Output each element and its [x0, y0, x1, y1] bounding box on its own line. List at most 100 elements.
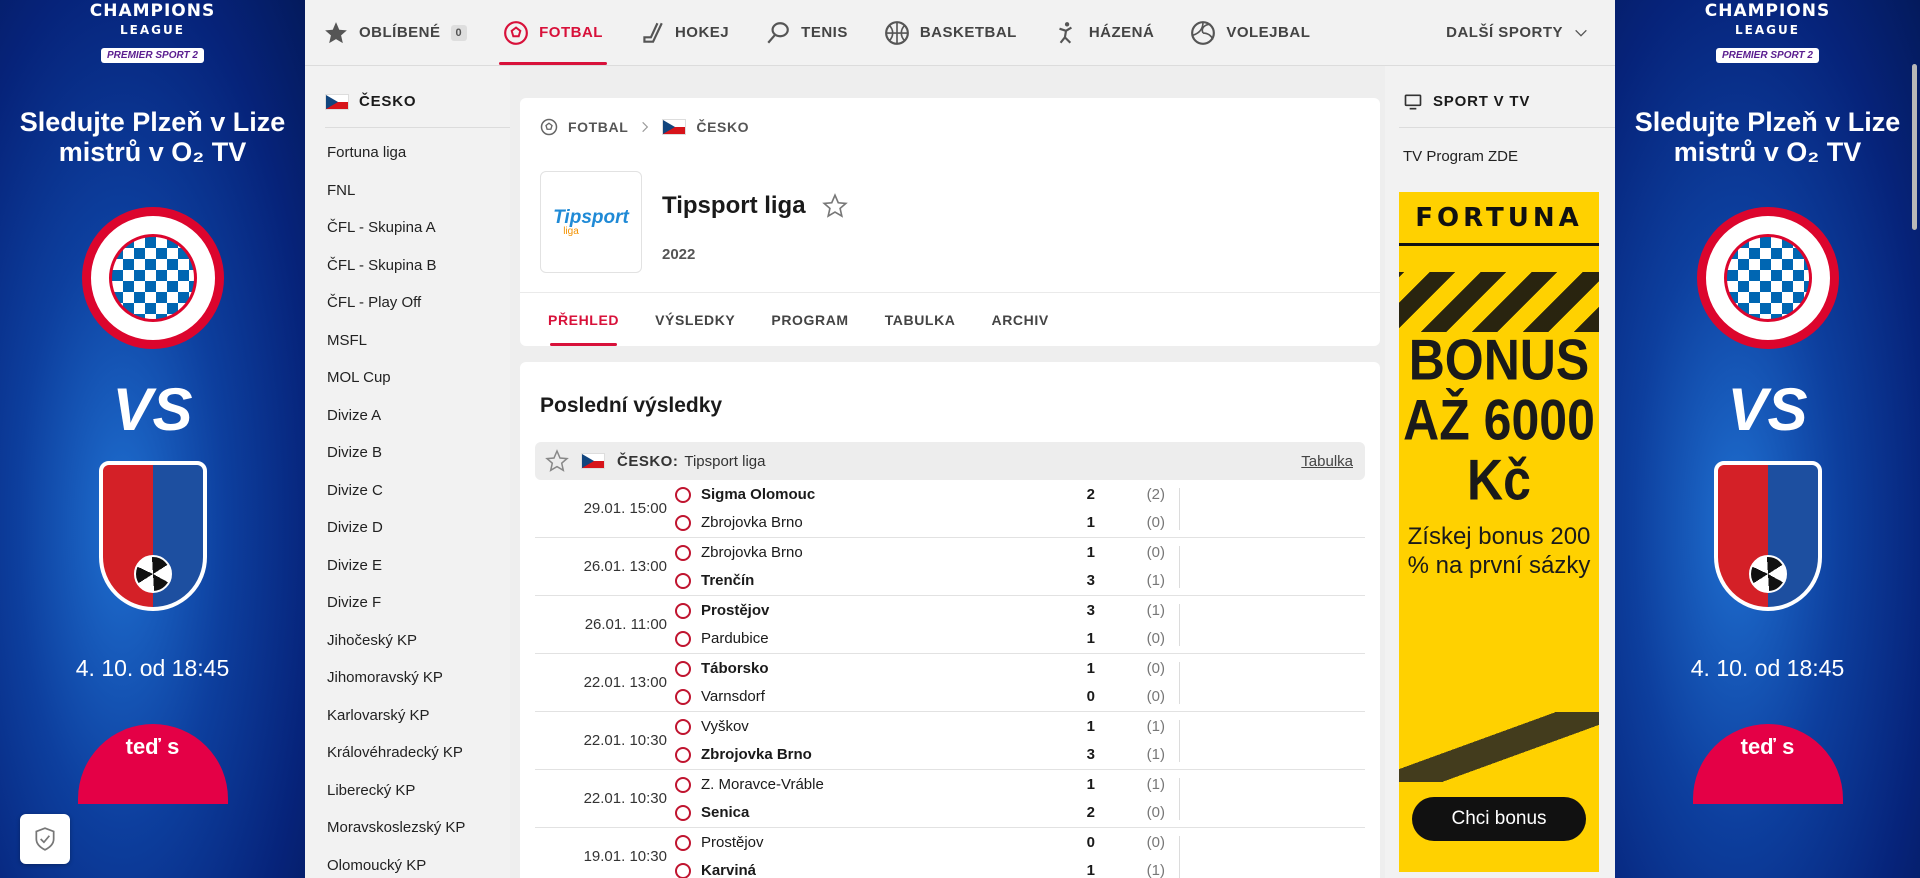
match-row[interactable]: 26.01. 11:00 Prostějov Pardubice 3 1 (1) (0) [535, 596, 1365, 654]
football-icon [540, 118, 558, 136]
sidebar-league-item[interactable]: ČFL - Skupina A [325, 209, 510, 247]
chevron-down-icon [1575, 29, 1587, 37]
sidebar-league-item[interactable]: Fortuna liga [325, 134, 510, 172]
divider [1179, 662, 1180, 704]
sidebar-league-item[interactable]: MSFL [325, 322, 510, 360]
sidebar-league-item[interactable]: Liberecký KP [325, 772, 510, 810]
fortuna-cta-button[interactable]: Chci bonus [1412, 797, 1586, 841]
sidebar-league-item[interactable]: Olomoucký KP [325, 847, 510, 878]
nav-more-sports[interactable]: DALŠÍ SPORTY [1428, 0, 1615, 65]
match-time: 26.01. 11:00 [584, 616, 667, 633]
privacy-settings-button[interactable] [20, 814, 70, 864]
main-content: FOTBAL ČESKO Tipsport liga Tipsport liga… [520, 98, 1380, 878]
ad-cta[interactable]: teď s [1692, 724, 1843, 804]
nav-volleyball[interactable]: VOLEJBAL [1172, 0, 1328, 65]
sidebar-league-item[interactable]: ČFL - Skupina B [325, 247, 510, 285]
nav-more-label: DALŠÍ SPORTY [1446, 24, 1563, 41]
sidebar-league-item[interactable]: Moravskoslezský KP [325, 809, 510, 847]
right-sidebar: SPORT V TV TV Program ZDE FORTUNA BONUS … [1385, 66, 1615, 878]
halftime-score: (0) (0) [1105, 659, 1165, 707]
away-score: 1 [1086, 861, 1095, 878]
match-row[interactable]: 22.01. 10:30 Z. Moravce-Vráble Senica 1 2 (1)… [535, 770, 1365, 828]
fortuna-ad-banner[interactable]: FORTUNA BONUS AŽ 6000 Kč Získej bonus 20… [1399, 192, 1599, 872]
match-row[interactable]: 22.01. 13:00 Táborsko Varnsdorf 1 0 (0) (0) [535, 654, 1365, 712]
tab-0[interactable]: PŘEHLED [530, 293, 637, 346]
left-ad-banner[interactable]: CHAMPIONS LEAGUE PREMIER SPORT 2 Sledujte… [0, 0, 305, 878]
sidebar-league-item[interactable]: Divize D [325, 509, 510, 547]
halftime-score: (2) (0) [1105, 485, 1165, 533]
fortuna-bonus-headline: BONUS AŽ 6000 Kč [1403, 328, 1595, 512]
sidebar-league-item[interactable]: Divize B [325, 434, 510, 472]
sidebar-league-item[interactable]: Jihočeský KP [325, 622, 510, 660]
match-time: 29.01. 15:00 [583, 500, 667, 517]
tv-header: SPORT V TV [1399, 66, 1615, 128]
group-league[interactable]: Tipsport liga [684, 453, 765, 470]
nav-handball[interactable]: HÁZENÁ [1035, 0, 1173, 65]
away-team: Varnsdorf [675, 687, 1075, 707]
star-outline-icon[interactable] [821, 193, 848, 219]
team-name: Táborsko [701, 660, 769, 677]
sidebar-league-item[interactable]: Divize F [325, 584, 510, 622]
tab-4[interactable]: ARCHIV [974, 293, 1067, 346]
page-scrollbar[interactable] [1912, 64, 1917, 230]
sidebar-league-item[interactable]: FNL [325, 172, 510, 210]
away-halftime: (1) [1146, 745, 1165, 763]
sidebar-league-item[interactable]: Jihomoravský KP [325, 659, 510, 697]
nav-football-label: FOTBAL [539, 24, 603, 41]
ad-vs: VS [112, 376, 193, 443]
tab-1[interactable]: VÝSLEDKY [637, 293, 753, 346]
sidebar-league-item[interactable]: Divize A [325, 397, 510, 435]
nav-tennis[interactable]: TENIS [747, 0, 866, 65]
handball-icon [1059, 21, 1072, 44]
results-group-header: ČESKO: Tipsport liga Tabulka [535, 442, 1365, 480]
tab-2[interactable]: PROGRAM [753, 293, 866, 346]
table-link[interactable]: Tabulka [1301, 453, 1353, 470]
match-row[interactable]: 22.01. 10:30 Vyškov Zbrojovka Brno 1 3 (1) (1) [535, 712, 1365, 770]
breadcrumb-country[interactable]: ČESKO [696, 119, 749, 135]
ad-stripe-decoration [1399, 712, 1599, 782]
team-name: Vyškov [701, 718, 749, 735]
sidebar-league-item[interactable]: Královéhradecký KP [325, 734, 510, 772]
team-name: Karviná [701, 862, 757, 878]
tv-icon [1404, 94, 1422, 109]
nav-hockey-label: HOKEJ [674, 24, 730, 41]
match-row[interactable]: 19.01. 10:30 Prostějov Karviná 0 1 (0) (1) [535, 828, 1365, 878]
match-score: 13 [1075, 717, 1095, 765]
sidebar-country-header[interactable]: ČESKO [325, 66, 510, 128]
team-crest-icon [675, 776, 691, 793]
plzen-crest-icon [98, 461, 207, 611]
match-row[interactable]: 29.01. 15:00 Sigma Olomouc Zbrojovka Brno 2… [535, 480, 1365, 538]
tv-title: SPORT V TV [1433, 93, 1531, 110]
breadcrumb: FOTBAL ČESKO [520, 98, 1380, 136]
ad-date: 4. 10. od 18:45 [75, 655, 230, 681]
away-halftime: (0) [1146, 513, 1165, 531]
home-halftime: (0) [1146, 543, 1165, 561]
nav-basketball-label: BASKETBAL [919, 24, 1017, 41]
sidebar-league-item[interactable]: Divize E [325, 547, 510, 585]
breadcrumb-sport[interactable]: FOTBAL [568, 119, 628, 135]
league-header-card: FOTBAL ČESKO Tipsport liga Tipsport liga… [520, 98, 1380, 346]
nav-hockey[interactable]: HOKEJ [621, 0, 747, 65]
match-teams: Prostějov Karviná [675, 833, 1075, 878]
right-ad-banner[interactable]: CHAMPIONS LEAGUE PREMIER SPORT 2 Sledujte… [1615, 0, 1920, 878]
tv-program-link[interactable]: TV Program ZDE [1399, 128, 1615, 192]
ad-cta[interactable]: teď s [77, 724, 228, 804]
tennis-icon [767, 21, 789, 43]
star-outline-icon[interactable] [545, 449, 569, 473]
nav-basketball[interactable]: BASKETBAL [866, 0, 1035, 65]
nav-football[interactable]: FOTBAL [485, 0, 621, 65]
home-score: 1 [1086, 659, 1095, 677]
sidebar-league-item[interactable]: ČFL - Play Off [325, 284, 510, 322]
away-score: 1 [1086, 629, 1095, 647]
home-score: 1 [1086, 775, 1095, 793]
tab-3[interactable]: TABULKA [867, 293, 974, 346]
basketball-icon [884, 20, 909, 45]
sidebar-league-item[interactable]: MOL Cup [325, 359, 510, 397]
halftime-score: (1) (1) [1105, 717, 1165, 765]
team-name: Zbrojovka Brno [701, 746, 812, 763]
match-row[interactable]: 26.01. 13:00 Zbrojovka Brno Trenčín 1 3 (0) (1… [535, 538, 1365, 596]
sidebar-league-item[interactable]: Divize C [325, 472, 510, 510]
nav-favorites[interactable]: OBLÍBENÉ 0 [305, 0, 485, 65]
halftime-score: (1) (0) [1105, 775, 1165, 823]
sidebar-league-item[interactable]: Karlovarský KP [325, 697, 510, 735]
